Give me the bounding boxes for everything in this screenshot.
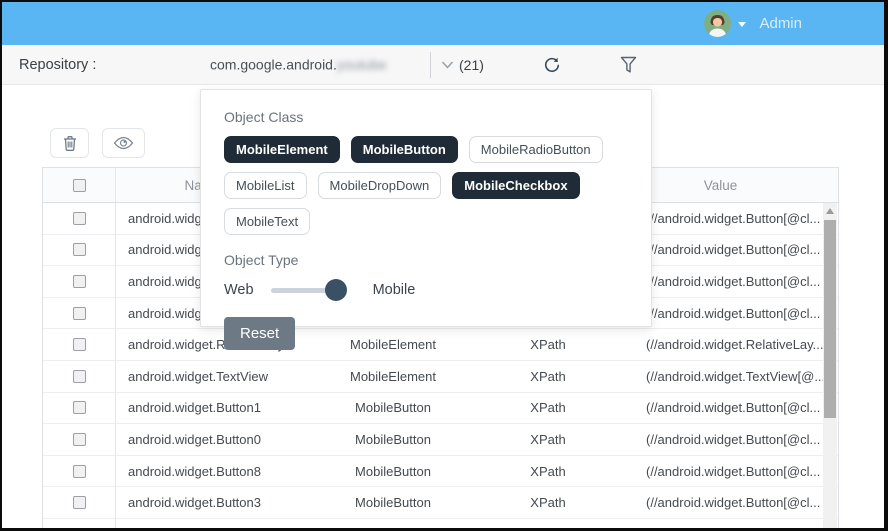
row-checkbox[interactable] — [73, 528, 86, 529]
trash-icon — [62, 135, 78, 152]
cell-class: MobileButton — [323, 456, 463, 487]
table-row[interactable]: android.widget.Button1 MobileButton XPat… — [43, 393, 838, 425]
row-checkbox[interactable] — [73, 275, 86, 288]
table-row[interactable]: android.widget.Button8 MobileButton XPat… — [43, 456, 838, 488]
cell-name: android.widget.Button8 — [116, 456, 323, 487]
row-checkbox[interactable] — [73, 370, 86, 383]
scroll-up-arrow-icon[interactable] — [826, 208, 834, 214]
cell-value: (//android.widget.Button[@cl... — [633, 203, 838, 234]
repository-bar: Repository : com.google.android. youtube… — [2, 45, 884, 85]
cell-value: (//android.widget.Button[@cl... — [633, 266, 838, 297]
header-value: Value — [633, 168, 838, 202]
app-window: Admin Repository : com.google.android. y… — [0, 0, 888, 531]
cell-value: (//android.widget.TextView[@... — [633, 361, 838, 392]
cell-type: XPath — [463, 456, 633, 487]
object-type-toggle-row: Web Mobile — [224, 282, 628, 298]
object-class-chip[interactable]: MobileCheckbox — [452, 172, 579, 199]
cell-value: (//android.widget.Button[@cl... — [633, 519, 838, 529]
vertical-scrollbar[interactable] — [823, 203, 837, 528]
delete-button[interactable] — [50, 128, 89, 158]
cell-name: android.widget.Button12 — [116, 519, 323, 529]
repository-label: Repository : — [19, 57, 96, 73]
row-checkbox[interactable] — [73, 401, 86, 414]
cell-value: (//android.widget.Button[@cl... — [633, 235, 838, 266]
toggle-knob[interactable] — [325, 279, 347, 301]
object-class-chip[interactable]: MobileDropDown — [318, 172, 442, 199]
user-name: Admin — [759, 15, 802, 32]
cell-type: XPath — [463, 487, 633, 518]
cell-name: android.widget.TextView — [116, 361, 323, 392]
object-class-chip[interactable]: MobileText — [224, 208, 310, 235]
row-checkbox[interactable] — [73, 212, 86, 225]
cell-type: XPath — [463, 519, 633, 529]
row-checkbox[interactable] — [73, 496, 86, 509]
cell-name: android.widget.Button1 — [116, 393, 323, 424]
object-class-chip[interactable]: MobileElement — [224, 136, 340, 163]
refresh-button[interactable] — [543, 56, 561, 74]
scrollbar-thumb[interactable] — [824, 220, 836, 418]
cell-class: MobileButton — [323, 393, 463, 424]
object-class-chip[interactable]: MobileButton — [351, 136, 458, 163]
cell-class: MobileButton — [323, 519, 463, 529]
preview-button[interactable] — [102, 128, 145, 158]
table-row[interactable]: android.widget.TextView MobileElement XP… — [43, 361, 838, 393]
web-mobile-toggle[interactable] — [271, 288, 341, 293]
object-class-chips: MobileElement MobileButton MobileRadioButt… — [224, 136, 628, 235]
filter-button[interactable] — [620, 56, 637, 74]
reset-button[interactable]: Reset — [224, 317, 295, 350]
cell-value: (//android.widget.RelativeLay... — [633, 329, 838, 360]
repository-value-blurred: youtube — [337, 57, 387, 73]
object-type-label: Object Type — [224, 252, 628, 268]
table-row[interactable]: android.widget.Button3 MobileButton XPat… — [43, 487, 838, 519]
chevron-down-icon[interactable] — [441, 60, 454, 69]
cell-name: android.widget.Button0 — [116, 424, 323, 455]
user-menu[interactable]: Admin — [704, 2, 802, 45]
cell-value: (//android.widget.Button[@cl... — [633, 298, 838, 329]
filter-popup: Object Class MobileElementMobileButtonMo… — [200, 89, 652, 327]
repository-select[interactable]: com.google.android. youtube — [210, 45, 460, 84]
cell-value: (//android.widget.Button[@cl... — [633, 393, 838, 424]
cell-class: MobileButton — [323, 424, 463, 455]
cell-class: MobileElement — [323, 361, 463, 392]
cell-name: android.widget.Button3 — [116, 487, 323, 518]
table-row[interactable]: android.widget.Button0 MobileButton XPat… — [43, 424, 838, 456]
table-row[interactable]: android.widget.Button12 MobileButton XPa… — [43, 519, 838, 529]
web-label: Web — [224, 282, 254, 298]
cell-value: (//android.widget.Button[@cl... — [633, 487, 838, 518]
object-count: (21) — [459, 57, 484, 73]
row-checkbox[interactable] — [73, 243, 86, 256]
repository-value: com.google.android. — [210, 57, 337, 73]
cell-type: XPath — [463, 424, 633, 455]
user-avatar-icon — [704, 10, 731, 37]
row-checkbox[interactable] — [73, 307, 86, 320]
cell-class: MobileButton — [323, 487, 463, 518]
cell-type: XPath — [463, 393, 633, 424]
eye-icon — [113, 136, 134, 150]
object-class-chip[interactable]: MobileList — [224, 172, 307, 199]
row-checkbox[interactable] — [73, 338, 86, 351]
row-checkbox[interactable] — [73, 433, 86, 446]
cell-value: (//android.widget.Button[@cl... — [633, 456, 838, 487]
object-class-label: Object Class — [224, 109, 628, 125]
caret-down-icon — [738, 22, 746, 27]
cell-value: (//android.widget.Button[@cl... — [633, 424, 838, 455]
cell-type: XPath — [463, 361, 633, 392]
divider — [430, 52, 431, 78]
object-class-chip[interactable]: MobileRadioButton — [469, 136, 603, 163]
row-checkbox[interactable] — [73, 465, 86, 478]
select-all-checkbox[interactable] — [73, 179, 86, 192]
top-navbar: Admin — [2, 2, 884, 45]
mobile-label: Mobile — [373, 282, 416, 298]
